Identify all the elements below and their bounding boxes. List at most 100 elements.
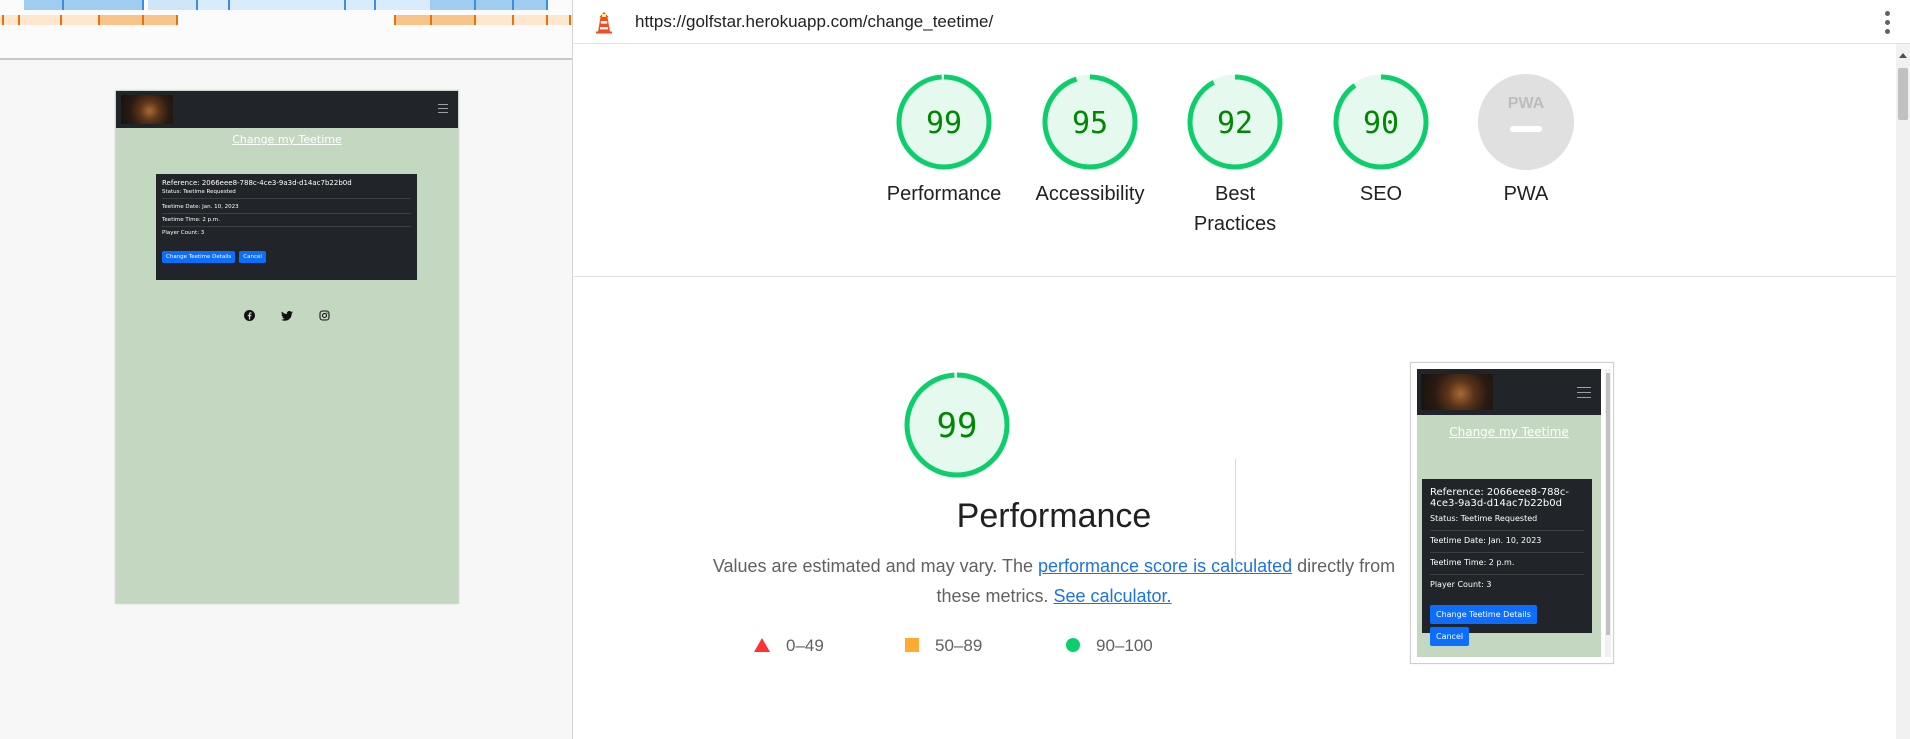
teetime-date: Teetime Date: Jan. 10, 2023 (1430, 536, 1542, 545)
timeline-tick (512, 15, 514, 25)
report-scrollbar[interactable] (1896, 44, 1910, 739)
timeline-tick (2, 15, 4, 25)
timeline-tick (176, 15, 178, 25)
more-options-icon[interactable] (1885, 11, 1891, 38)
timeline-tick (142, 0, 144, 10)
timeline-tick (546, 15, 548, 25)
timeline-tick (196, 0, 198, 10)
timeline-tick (569, 15, 571, 25)
gauge-performance[interactable]: 99 Performance (879, 72, 1009, 209)
timeline-bar (430, 0, 546, 10)
timeline-bar (24, 0, 144, 10)
site-logo[interactable] (121, 95, 173, 124)
gauge-score: 90 (1363, 106, 1399, 141)
teetime-reference: Reference: 2066eee8-788c-4ce3-9a3d-d14ac… (1430, 487, 1569, 509)
timeline-tick (430, 15, 432, 25)
section-divider (1235, 459, 1236, 567)
devtools-device-pane: Change my Teetime Reference: 2066eee8-78… (0, 0, 573, 739)
divider (1430, 574, 1584, 575)
divider (162, 213, 411, 214)
cancel-button[interactable]: Cancel (239, 251, 266, 263)
gauge-label: SEO (1359, 183, 1403, 205)
gauge-label: Performance (886, 183, 1002, 205)
gauge-label: Best Practices (1193, 183, 1277, 235)
performance-title: Performance (956, 497, 1152, 535)
performance-score-link[interactable]: performance score is calculated (1038, 556, 1292, 576)
timeline-tick (142, 15, 144, 25)
teetime-time: Teetime Time: 2 p.m. (162, 217, 221, 223)
timeline-tick (98, 15, 100, 25)
timeline-tick (546, 0, 548, 10)
screen: Change my Teetime Reference: 2066eee8-78… (0, 0, 1910, 739)
timeline-tick (474, 0, 476, 10)
cancel-button: Cancel (1430, 627, 1470, 646)
hamburger-menu-icon (1577, 387, 1591, 402)
gauge-label: Accessibility (1035, 183, 1145, 205)
change-teetime-button[interactable]: Change Teetime Details (162, 251, 236, 263)
pwa-badge-text: PWA (1508, 95, 1545, 112)
teetime-time: Teetime Time: 2 p.m. (1430, 558, 1515, 567)
see-calculator-link[interactable]: See calculator. (1053, 586, 1171, 606)
desc-text: Values are estimated and may vary. The (712, 556, 1038, 576)
scroll-up-arrow-icon[interactable] (1899, 53, 1907, 58)
lighthouse-icon (594, 10, 614, 39)
gauge-seo[interactable]: 90 SEO (1316, 72, 1446, 209)
legend-average: 50–89 (905, 636, 982, 657)
social-links (116, 308, 458, 326)
page-title-link: Change my Teetime (1449, 425, 1569, 439)
timeline-tick (374, 0, 376, 10)
timeline-tick (394, 15, 396, 25)
site-logo (1421, 374, 1493, 410)
timeline-bar (394, 15, 474, 25)
timeline-tick (18, 15, 20, 25)
timeline-bar (148, 0, 198, 10)
change-teetime-button: Change Teetime Details (1430, 605, 1537, 624)
gauge-pwa[interactable]: PWA PWA (1461, 72, 1591, 209)
legend-range: 50–89 (935, 636, 983, 655)
performance-description: Values are estimated and may vary. The p… (710, 551, 1398, 611)
teetime-date: Teetime Date: Jan. 10, 2023 (162, 204, 239, 210)
final-screenshot: Change my Teetime Reference: 2066eee8-78… (1410, 362, 1614, 664)
twitter-icon[interactable] (281, 308, 293, 326)
site-navbar (1417, 369, 1601, 415)
report-url[interactable]: https://golfstar.herokuapp.com/change_te… (635, 12, 993, 32)
screenshot-scrollbar (1605, 369, 1611, 657)
pass-circle-icon (1066, 637, 1080, 657)
performance-gauge-large: 99 (902, 370, 1012, 485)
divider (1430, 552, 1584, 553)
legend-range: 90–100 (1096, 636, 1153, 655)
teetime-status: Status: Teetime Requested (162, 189, 236, 195)
pwa-badge-icon: PWA (1478, 74, 1574, 170)
facebook-icon[interactable] (243, 308, 255, 326)
lighthouse-report: https://golfstar.herokuapp.com/change_te… (574, 0, 1910, 739)
teetime-player-count: Player Count: 3 (162, 230, 205, 236)
divider (162, 198, 411, 199)
site-navbar (116, 91, 458, 128)
divider (1430, 530, 1584, 531)
gauge-accessibility[interactable]: 95 Accessibility (1025, 72, 1155, 209)
timeline-tick (228, 0, 230, 10)
divider (162, 226, 411, 227)
legend-fail: 0–49 (754, 636, 824, 657)
legend-pass: 90–100 (1066, 636, 1153, 657)
teetime-status: Status: Teetime Requested (1430, 514, 1538, 523)
page-title-link[interactable]: Change my Teetime (116, 133, 458, 146)
teetime-reference: Reference: 2066eee8-788c-4ce3-9a3d-d14ac… (162, 179, 352, 187)
teetime-player-count: Player Count: 3 (1430, 580, 1492, 589)
filmstrip-timeline (0, 0, 572, 60)
instagram-icon[interactable] (319, 308, 331, 326)
timeline-bar (98, 15, 178, 25)
gauge-score: 99 (926, 106, 962, 141)
fail-triangle-icon (754, 637, 770, 657)
teetime-card: Reference: 2066eee8-788c-4ce3-9a3d-d14ac… (156, 174, 417, 280)
legend-range: 0–49 (786, 636, 824, 655)
timeline-tick (62, 0, 64, 10)
timeline-tick (60, 15, 62, 25)
score-legend: 0–49 50–89 90–100 (754, 636, 1354, 666)
hamburger-menu-icon[interactable] (438, 104, 448, 114)
timeline-row-network (0, 0, 572, 10)
category-scores: 99 Performance 95 Accessibility 92 Best … (574, 44, 1896, 277)
gauge-score: 92 (1217, 106, 1253, 141)
gauge-best-practices[interactable]: 92 Best Practices (1170, 72, 1300, 239)
scroll-thumb[interactable] (1898, 68, 1908, 120)
